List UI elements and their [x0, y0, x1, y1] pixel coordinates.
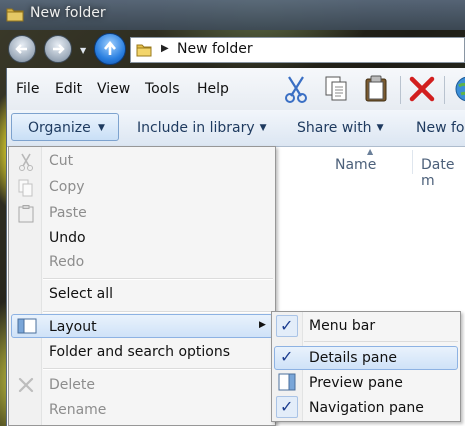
- organize-menu: Cut Copy Paste Undo Redo Select all Layo…: [8, 146, 276, 426]
- new-folder-label: New fo: [416, 120, 465, 136]
- menu-separator: [304, 341, 458, 342]
- navigation-row: ▼ ▶ New folder: [0, 30, 465, 68]
- organize-label: Organize: [28, 120, 91, 136]
- chevron-down-icon: ▼: [98, 123, 105, 133]
- menu-item-copy[interactable]: Copy: [49, 179, 85, 195]
- menu-file[interactable]: File: [16, 81, 39, 97]
- address-path[interactable]: New folder: [177, 41, 253, 57]
- submenu-item-preview-pane[interactable]: Preview pane: [309, 375, 403, 391]
- paste-icon[interactable]: [361, 74, 391, 104]
- back-button[interactable]: [8, 35, 36, 63]
- menu-separator: [43, 278, 273, 280]
- chevron-down-icon: ▼: [259, 123, 267, 133]
- share-with-button[interactable]: Share with ▼: [297, 120, 383, 136]
- sort-ascending-icon: ▲: [367, 147, 374, 156]
- cut-icon: [19, 153, 33, 171]
- submenu-item-details-pane[interactable]: Details pane: [309, 350, 397, 366]
- folder-icon: [136, 44, 152, 57]
- menu-item-select-all[interactable]: Select all: [49, 286, 113, 302]
- folder-icon: [6, 8, 24, 22]
- menu-item-undo[interactable]: Undo: [49, 230, 86, 246]
- menu-item-delete[interactable]: Delete: [49, 377, 95, 393]
- layout-submenu: ✓ Menu bar ✓ Details pane Preview pane ✓…: [271, 311, 461, 422]
- column-divider[interactable]: [412, 150, 413, 174]
- globe-icon[interactable]: [453, 74, 465, 104]
- preview-pane-icon: [278, 373, 296, 391]
- submenu-item-navigation-pane[interactable]: Navigation pane: [309, 400, 424, 416]
- toolbar-separator: [444, 76, 445, 104]
- forward-arrow-icon: [53, 44, 65, 54]
- menu-item-layout[interactable]: Layout: [49, 319, 97, 335]
- share-with-label: Share with: [297, 120, 372, 136]
- back-arrow-icon: [15, 44, 27, 54]
- menu-separator: [43, 368, 273, 370]
- menu-separator: [43, 311, 273, 313]
- address-bar[interactable]: ▶ New folder: [130, 37, 465, 63]
- cut-icon[interactable]: [281, 74, 311, 104]
- include-in-library-label: Include in library: [137, 120, 255, 136]
- column-header-date[interactable]: Date m: [421, 157, 465, 189]
- delete-icon: [18, 377, 34, 393]
- menu-edit[interactable]: Edit: [55, 81, 82, 97]
- menu-tools[interactable]: Tools: [145, 81, 180, 97]
- copy-icon: [18, 179, 33, 197]
- paste-icon: [18, 205, 34, 223]
- breadcrumb-chevron-icon[interactable]: ▶: [161, 43, 169, 54]
- up-arrow-icon: [104, 41, 116, 55]
- menu-item-rename[interactable]: Rename: [49, 402, 106, 418]
- copy-icon[interactable]: [321, 74, 351, 104]
- chevron-down-icon: ▼: [376, 123, 384, 133]
- window-title: New folder: [30, 5, 106, 21]
- new-folder-button[interactable]: New fo: [416, 120, 464, 136]
- menu-item-cut[interactable]: Cut: [49, 153, 73, 169]
- layout-icon: [17, 318, 37, 334]
- command-bar: Organize ▼ Include in library ▼ Share wit…: [7, 110, 465, 147]
- submenu-item-menu-bar[interactable]: Menu bar: [309, 318, 375, 334]
- checkmark-icon: ✓: [280, 347, 294, 366]
- recent-pages-dropdown-icon[interactable]: ▼: [80, 46, 86, 55]
- submenu-arrow-icon: ▶: [259, 320, 266, 330]
- forward-button[interactable]: [44, 35, 72, 63]
- up-button[interactable]: [94, 33, 126, 65]
- include-in-library-button[interactable]: Include in library ▼: [137, 120, 267, 136]
- organize-button[interactable]: Organize ▼: [11, 113, 119, 141]
- checkmark-icon: ✓: [280, 316, 294, 335]
- menu-view[interactable]: View: [97, 81, 130, 97]
- menu-item-paste[interactable]: Paste: [49, 205, 87, 221]
- menu-item-folder-options[interactable]: Folder and search options: [49, 344, 230, 360]
- menu-item-redo[interactable]: Redo: [49, 254, 84, 270]
- toolbar-separator: [400, 76, 401, 104]
- column-header-name[interactable]: Name: [335, 157, 376, 181]
- title-bar[interactable]: New folder: [0, 0, 465, 30]
- menu-bar: File Edit View Tools Help: [7, 68, 465, 111]
- menu-help[interactable]: Help: [197, 81, 229, 97]
- checkmark-icon: ✓: [280, 397, 294, 416]
- delete-icon[interactable]: [407, 74, 437, 104]
